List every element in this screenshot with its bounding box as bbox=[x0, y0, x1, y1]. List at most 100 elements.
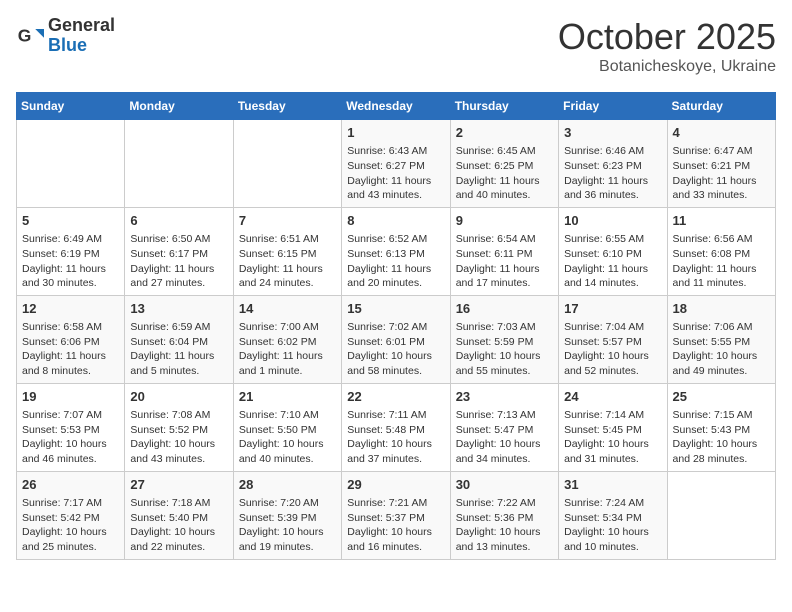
day-number: 16 bbox=[456, 300, 553, 318]
calendar-cell: 15 Sunrise: 7:02 AM Sunset: 6:01 PM Dayli… bbox=[342, 295, 450, 383]
day-info: Sunrise: 6:50 AM Sunset: 6:17 PM Dayligh… bbox=[130, 232, 227, 291]
day-number: 20 bbox=[130, 388, 227, 406]
calendar-cell: 5 Sunrise: 6:49 AM Sunset: 6:19 PM Daylig… bbox=[17, 207, 125, 295]
calendar-cell: 31 Sunrise: 7:24 AM Sunset: 5:34 PM Dayli… bbox=[559, 471, 667, 559]
logo-icon: G bbox=[16, 22, 44, 50]
day-info: Sunrise: 6:47 AM Sunset: 6:21 PM Dayligh… bbox=[673, 144, 770, 203]
day-number: 27 bbox=[130, 476, 227, 494]
calendar-cell: 29Sunrise: 7:21 AM Sunset: 5:37 PM Dayli… bbox=[342, 471, 450, 559]
day-number: 1 bbox=[347, 124, 444, 142]
weekday-header-thursday: Thursday bbox=[450, 93, 558, 120]
calendar-week-row: 19Sunrise: 7:07 AM Sunset: 5:53 PM Dayli… bbox=[17, 383, 776, 471]
day-info: Sunrise: 6:51 AM Sunset: 6:15 PM Dayligh… bbox=[239, 232, 336, 291]
calendar-cell bbox=[233, 120, 341, 208]
calendar-week-row: 5 Sunrise: 6:49 AM Sunset: 6:19 PM Daylig… bbox=[17, 207, 776, 295]
calendar-table: SundayMondayTuesdayWednesdayThursdayFrid… bbox=[16, 92, 776, 560]
day-info: Sunrise: 7:04 AM Sunset: 5:57 PM Dayligh… bbox=[564, 320, 661, 379]
day-number: 21 bbox=[239, 388, 336, 406]
day-info: Sunrise: 6:49 AM Sunset: 6:19 PM Dayligh… bbox=[22, 232, 119, 291]
day-info: Sunrise: 6:52 AM Sunset: 6:13 PM Dayligh… bbox=[347, 232, 444, 291]
calendar-cell: 18Sunrise: 7:06 AM Sunset: 5:55 PM Dayli… bbox=[667, 295, 775, 383]
day-number: 17 bbox=[564, 300, 661, 318]
calendar-cell bbox=[17, 120, 125, 208]
day-info: Sunrise: 7:20 AM Sunset: 5:39 PM Dayligh… bbox=[239, 496, 336, 555]
calendar-cell: 19Sunrise: 7:07 AM Sunset: 5:53 PM Dayli… bbox=[17, 383, 125, 471]
day-number: 28 bbox=[239, 476, 336, 494]
month-title: October 2025 bbox=[558, 16, 776, 58]
day-info: Sunrise: 7:02 AM Sunset: 6:01 PM Dayligh… bbox=[347, 320, 444, 379]
day-number: 5 bbox=[22, 212, 119, 230]
weekday-header-monday: Monday bbox=[125, 93, 233, 120]
day-info: Sunrise: 7:24 AM Sunset: 5:34 PM Dayligh… bbox=[564, 496, 661, 555]
day-number: 12 bbox=[22, 300, 119, 318]
weekday-header-friday: Friday bbox=[559, 93, 667, 120]
day-info: Sunrise: 6:55 AM Sunset: 6:10 PM Dayligh… bbox=[564, 232, 661, 291]
day-info: Sunrise: 6:59 AM Sunset: 6:04 PM Dayligh… bbox=[130, 320, 227, 379]
day-number: 9 bbox=[456, 212, 553, 230]
calendar-cell: 4 Sunrise: 6:47 AM Sunset: 6:21 PM Daylig… bbox=[667, 120, 775, 208]
title-block: October 2025 Botanicheskoye, Ukraine bbox=[558, 16, 776, 76]
day-info: Sunrise: 7:00 AM Sunset: 6:02 PM Dayligh… bbox=[239, 320, 336, 379]
weekday-header-sunday: Sunday bbox=[17, 93, 125, 120]
day-info: Sunrise: 6:43 AM Sunset: 6:27 PM Dayligh… bbox=[347, 144, 444, 203]
day-info: Sunrise: 7:07 AM Sunset: 5:53 PM Dayligh… bbox=[22, 408, 119, 467]
day-info: Sunrise: 7:03 AM Sunset: 5:59 PM Dayligh… bbox=[456, 320, 553, 379]
calendar-cell: 16 Sunrise: 7:03 AM Sunset: 5:59 PM Dayli… bbox=[450, 295, 558, 383]
weekday-header-tuesday: Tuesday bbox=[233, 93, 341, 120]
day-info: Sunrise: 7:17 AM Sunset: 5:42 PM Dayligh… bbox=[22, 496, 119, 555]
day-info: Sunrise: 6:54 AM Sunset: 6:11 PM Dayligh… bbox=[456, 232, 553, 291]
calendar-week-row: 1 Sunrise: 6:43 AM Sunset: 6:27 PM Daylig… bbox=[17, 120, 776, 208]
calendar-cell: 14 Sunrise: 7:00 AM Sunset: 6:02 PM Dayli… bbox=[233, 295, 341, 383]
day-info: Sunrise: 7:13 AM Sunset: 5:47 PM Dayligh… bbox=[456, 408, 553, 467]
day-number: 22 bbox=[347, 388, 444, 406]
day-info: Sunrise: 7:22 AM Sunset: 5:36 PM Dayligh… bbox=[456, 496, 553, 555]
day-info: Sunrise: 7:21 AM Sunset: 5:37 PM Dayligh… bbox=[347, 496, 444, 555]
calendar-week-row: 26 Sunrise: 7:17 AM Sunset: 5:42 PM Dayli… bbox=[17, 471, 776, 559]
logo-blue-text: Blue bbox=[48, 35, 87, 55]
day-number: 26 bbox=[22, 476, 119, 494]
day-number: 18 bbox=[673, 300, 770, 318]
calendar-cell: 20 Sunrise: 7:08 AM Sunset: 5:52 PM Dayli… bbox=[125, 383, 233, 471]
calendar-cell: 23 Sunrise: 7:13 AM Sunset: 5:47 PM Dayli… bbox=[450, 383, 558, 471]
day-number: 4 bbox=[673, 124, 770, 142]
day-number: 13 bbox=[130, 300, 227, 318]
weekday-header-saturday: Saturday bbox=[667, 93, 775, 120]
calendar-cell: 6 Sunrise: 6:50 AM Sunset: 6:17 PM Daylig… bbox=[125, 207, 233, 295]
day-number: 23 bbox=[456, 388, 553, 406]
day-number: 15 bbox=[347, 300, 444, 318]
calendar-cell: 25Sunrise: 7:15 AM Sunset: 5:43 PM Dayli… bbox=[667, 383, 775, 471]
day-number: 2 bbox=[456, 124, 553, 142]
calendar-week-row: 12 Sunrise: 6:58 AM Sunset: 6:06 PM Dayli… bbox=[17, 295, 776, 383]
svg-text:G: G bbox=[18, 25, 32, 45]
calendar-cell: 24Sunrise: 7:14 AM Sunset: 5:45 PM Dayli… bbox=[559, 383, 667, 471]
day-number: 6 bbox=[130, 212, 227, 230]
calendar-cell: 28 Sunrise: 7:20 AM Sunset: 5:39 PM Dayli… bbox=[233, 471, 341, 559]
day-number: 24 bbox=[564, 388, 661, 406]
calendar-cell: 21Sunrise: 7:10 AM Sunset: 5:50 PM Dayli… bbox=[233, 383, 341, 471]
day-number: 14 bbox=[239, 300, 336, 318]
calendar-cell: 11 Sunrise: 6:56 AM Sunset: 6:08 PM Dayli… bbox=[667, 207, 775, 295]
calendar-cell: 10 Sunrise: 6:55 AM Sunset: 6:10 PM Dayli… bbox=[559, 207, 667, 295]
day-number: 10 bbox=[564, 212, 661, 230]
calendar-cell: 3Sunrise: 6:46 AM Sunset: 6:23 PM Daylig… bbox=[559, 120, 667, 208]
day-info: Sunrise: 7:18 AM Sunset: 5:40 PM Dayligh… bbox=[130, 496, 227, 555]
day-number: 31 bbox=[564, 476, 661, 494]
calendar-cell: 17 Sunrise: 7:04 AM Sunset: 5:57 PM Dayli… bbox=[559, 295, 667, 383]
calendar-cell: 8Sunrise: 6:52 AM Sunset: 6:13 PM Daylig… bbox=[342, 207, 450, 295]
calendar-cell: 30 Sunrise: 7:22 AM Sunset: 5:36 PM Dayli… bbox=[450, 471, 558, 559]
day-info: Sunrise: 6:56 AM Sunset: 6:08 PM Dayligh… bbox=[673, 232, 770, 291]
calendar-cell: 13 Sunrise: 6:59 AM Sunset: 6:04 PM Dayli… bbox=[125, 295, 233, 383]
day-info: Sunrise: 7:11 AM Sunset: 5:48 PM Dayligh… bbox=[347, 408, 444, 467]
day-info: Sunrise: 6:58 AM Sunset: 6:06 PM Dayligh… bbox=[22, 320, 119, 379]
calendar-cell: 12 Sunrise: 6:58 AM Sunset: 6:06 PM Dayli… bbox=[17, 295, 125, 383]
page-header: G General Blue October 2025 Botanichesko… bbox=[16, 16, 776, 76]
day-number: 7 bbox=[239, 212, 336, 230]
weekday-header-wednesday: Wednesday bbox=[342, 93, 450, 120]
calendar-cell: 9 Sunrise: 6:54 AM Sunset: 6:11 PM Daylig… bbox=[450, 207, 558, 295]
day-number: 25 bbox=[673, 388, 770, 406]
logo-general-text: General bbox=[48, 15, 115, 35]
day-info: Sunrise: 7:08 AM Sunset: 5:52 PM Dayligh… bbox=[130, 408, 227, 467]
day-info: Sunrise: 6:46 AM Sunset: 6:23 PM Dayligh… bbox=[564, 144, 661, 203]
day-number: 30 bbox=[456, 476, 553, 494]
day-number: 11 bbox=[673, 212, 770, 230]
